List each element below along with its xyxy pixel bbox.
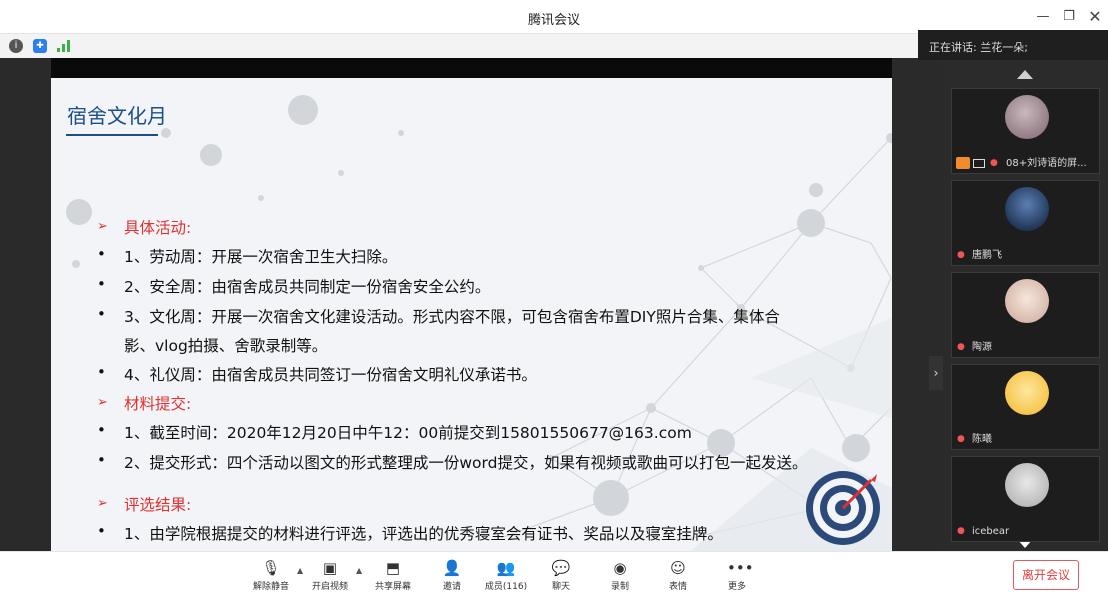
section-heading: 材料提交:	[124, 395, 192, 413]
signal-icon[interactable]	[57, 40, 71, 52]
list-item: 影、vlog拍摄、舍歌录制等。	[124, 337, 328, 355]
emoji-button[interactable]: ☺ 表情	[648, 559, 708, 592]
side-panel-toggle-button[interactable]: ›	[929, 356, 943, 390]
speaking-text: 正在讲话: 兰花一朵;	[929, 41, 1028, 54]
shared-screen-area: 宿舍文化月 ➢ 具体活动: • 1、劳动周：开展一次宿舍卫生大扫除。 • 2、安全周：由宿…	[0, 58, 943, 584]
bullet-icon: •	[97, 305, 106, 323]
bullet-icon: •	[97, 451, 106, 469]
members-icon: 👥	[496, 559, 516, 577]
more-icon: •••	[727, 559, 754, 577]
mic-muted-icon: ●	[957, 526, 965, 536]
title-bar: 腾讯会议 — ❐ ✕	[0, 0, 1108, 34]
minimize-icon[interactable]: —	[1034, 8, 1052, 26]
list-item: 1、截至时间：2020年12月20日中午12：00前提交到15801550677…	[124, 424, 692, 442]
list-item: 3、文化周：开展一次宿舍文化建设活动。形式内容不限，可包含宿舍布置DIY照片合集…	[124, 308, 780, 326]
host-badge-icon	[956, 157, 970, 169]
bullet-icon: •	[97, 363, 106, 381]
start-video-button[interactable]: ▣ 开启视频	[300, 559, 360, 592]
list-item: 1、由学院根据提交的材料进行评选，评选出的优秀寝室会有证书、奖品以及寝室挂牌。	[124, 525, 723, 543]
avatar	[1005, 371, 1049, 415]
arrow-bullet-icon: ➢	[97, 219, 108, 234]
shield-icon[interactable]: ✚	[33, 39, 47, 53]
section-heading: 评选结果:	[124, 496, 192, 514]
slide-title: 宿舍文化月	[67, 104, 167, 128]
video-options-caret-icon[interactable]: ▲	[356, 566, 362, 575]
avatar	[1005, 95, 1049, 139]
bullet-icon: •	[97, 275, 106, 293]
screen-share-icon	[973, 159, 985, 168]
section-heading: 具体活动:	[124, 219, 192, 237]
participant-tile[interactable]: ● 唐鹏飞	[951, 180, 1100, 266]
members-button[interactable]: 👥 成员(116)	[476, 559, 536, 592]
bullet-icon: •	[97, 522, 106, 540]
participant-tile[interactable]: ● 08+刘诗语的屏...	[951, 88, 1100, 174]
mic-muted-icon: ●	[957, 342, 965, 352]
participant-name: icebear	[972, 526, 1010, 537]
list-item: 2、安全周：由宿舍成员共同制定一份宿舍安全公约。	[124, 278, 491, 296]
avatar	[1005, 187, 1049, 231]
list-item: 1、劳动周：开展一次宿舍卫生大扫除。	[124, 248, 398, 266]
scroll-up-icon[interactable]	[1017, 70, 1033, 79]
presentation-slide: 宿舍文化月 ➢ 具体活动: • 1、劳动周：开展一次宿舍卫生大扫除。 • 2、安全周：由宿…	[51, 78, 892, 551]
title-underline	[66, 134, 158, 136]
restore-icon[interactable]: ❐	[1060, 8, 1078, 26]
bullet-icon: •	[97, 245, 106, 263]
speaking-indicator: 正在讲话: 兰花一朵;	[918, 30, 1108, 60]
list-item: 2、提交形式：四个活动以图文的形式整理成一份word提交，如果有视频或歌曲可以打…	[124, 454, 808, 472]
share-screen-button[interactable]: ⬒ 共享屏幕	[363, 559, 423, 592]
participant-name: 陶源	[972, 342, 992, 353]
chat-icon: 💬	[551, 559, 571, 577]
record-icon: ◉	[613, 559, 627, 577]
status-bar: i ✚	[0, 34, 918, 58]
share-screen-icon: ⬒	[385, 559, 401, 577]
mic-muted-icon: 🎙	[261, 559, 281, 577]
avatar	[1005, 279, 1049, 323]
participant-tile[interactable]: ● 陶源	[951, 272, 1100, 358]
invite-button[interactable]: 👤 邀请	[422, 559, 482, 592]
participant-name: 陈曦	[972, 434, 992, 445]
bullet-icon: •	[97, 421, 106, 439]
participant-name: 唐鹏飞	[972, 250, 1002, 261]
chat-button[interactable]: 💬 聊天	[531, 559, 591, 592]
participant-name: 08+刘诗语的屏...	[1006, 158, 1087, 169]
window-title: 腾讯会议	[527, 13, 580, 28]
more-button[interactable]: ••• 更多	[707, 559, 767, 592]
mic-muted-icon: ●	[957, 250, 965, 260]
emoji-icon: ☺	[670, 559, 686, 577]
leave-meeting-button[interactable]: 离开会议	[1013, 560, 1079, 590]
target-logo-icon	[806, 471, 880, 545]
avatar	[1005, 463, 1049, 507]
list-item: 4、礼仪周：由宿舍成员共同签订一份宿舍文明礼仪承诺书。	[124, 366, 537, 384]
arrow-bullet-icon: ➢	[97, 395, 108, 410]
info-icon[interactable]: i	[9, 39, 23, 53]
participant-tile[interactable]: ● 陈曦	[951, 364, 1100, 450]
meeting-toolbar: 🎙 解除静音 ▲ ▣ 开启视频 ▲ ⬒ 共享屏幕 👤 邀请 👥 成员(116) …	[0, 551, 1108, 596]
record-button[interactable]: ◉ 录制	[590, 559, 650, 592]
add-user-icon: 👤	[442, 559, 462, 577]
close-icon[interactable]: ✕	[1086, 8, 1104, 26]
mic-muted-icon: ●	[957, 434, 965, 444]
arrow-bullet-icon: ➢	[97, 496, 108, 511]
camera-off-icon: ▣	[322, 559, 338, 577]
unmute-button[interactable]: 🎙 解除静音	[241, 559, 301, 592]
participant-tile[interactable]: ● icebear	[951, 456, 1100, 542]
mic-muted-icon: ●	[990, 158, 998, 168]
